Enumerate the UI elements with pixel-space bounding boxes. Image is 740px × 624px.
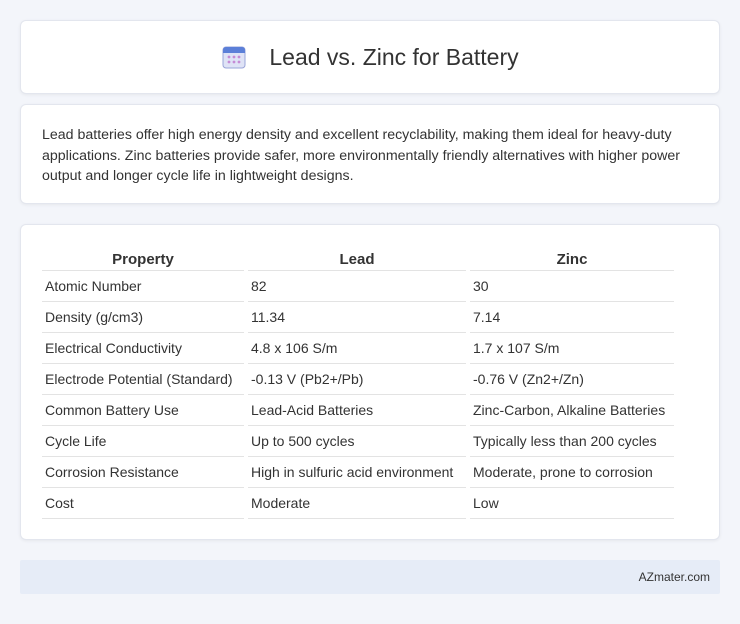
summary-card: Lead batteries offer high energy density… <box>20 104 720 204</box>
table-cell: High in sulfuric acid environment <box>248 457 466 488</box>
table-header-row: Property Lead Zinc <box>42 245 674 271</box>
column-header-lead: Lead <box>248 245 466 271</box>
table-row: Cycle Life Up to 500 cycles Typically le… <box>42 426 674 457</box>
column-header-zinc: Zinc <box>470 245 674 271</box>
table-cell: Moderate, prone to corrosion <box>470 457 674 488</box>
table-cell: -0.76 V (Zn2+/Zn) <box>470 364 674 395</box>
comparison-card: Property Lead Zinc Atomic Number 82 30 D… <box>20 224 720 540</box>
table-row: Electrical Conductivity 4.8 x 106 S/m 1.… <box>42 333 674 364</box>
footer-brand-link[interactable]: AZmater.com <box>639 570 710 584</box>
table-cell: 30 <box>470 271 674 302</box>
table-cell: 11.34 <box>248 302 466 333</box>
table-cell: Moderate <box>248 488 466 519</box>
column-header-property: Property <box>42 245 244 271</box>
table-row: Atomic Number 82 30 <box>42 271 674 302</box>
table-row: Common Battery Use Lead-Acid Batteries Z… <box>42 395 674 426</box>
table-cell: Up to 500 cycles <box>248 426 466 457</box>
title-card: Lead vs. Zinc for Battery <box>20 20 720 94</box>
table-cell: Corrosion Resistance <box>42 457 244 488</box>
footer-bar: AZmater.com <box>20 560 720 594</box>
summary-text: Lead batteries offer high energy density… <box>42 127 680 184</box>
comparison-table: Property Lead Zinc Atomic Number 82 30 D… <box>38 245 678 519</box>
calendar-icon <box>221 44 247 70</box>
table-cell: Electrical Conductivity <box>42 333 244 364</box>
table-cell: Low <box>470 488 674 519</box>
table-row: Corrosion Resistance High in sulfuric ac… <box>42 457 674 488</box>
table-cell: 82 <box>248 271 466 302</box>
table-cell: 7.14 <box>470 302 674 333</box>
table-row: Cost Moderate Low <box>42 488 674 519</box>
table-row: Density (g/cm3) 11.34 7.14 <box>42 302 674 333</box>
table-cell: Lead-Acid Batteries <box>248 395 466 426</box>
page-title: Lead vs. Zinc for Battery <box>269 43 519 70</box>
table-row: Electrode Potential (Standard) -0.13 V (… <box>42 364 674 395</box>
table-cell: 1.7 x 107 S/m <box>470 333 674 364</box>
table-cell: Cost <box>42 488 244 519</box>
table-cell: Typically less than 200 cycles <box>470 426 674 457</box>
table-cell: Cycle Life <box>42 426 244 457</box>
table-cell: Density (g/cm3) <box>42 302 244 333</box>
table-cell: Electrode Potential (Standard) <box>42 364 244 395</box>
table-cell: Common Battery Use <box>42 395 244 426</box>
table-cell: Atomic Number <box>42 271 244 302</box>
table-cell: Zinc-Carbon, Alkaline Batteries <box>470 395 674 426</box>
table-cell: -0.13 V (Pb2+/Pb) <box>248 364 466 395</box>
table-cell: 4.8 x 106 S/m <box>248 333 466 364</box>
